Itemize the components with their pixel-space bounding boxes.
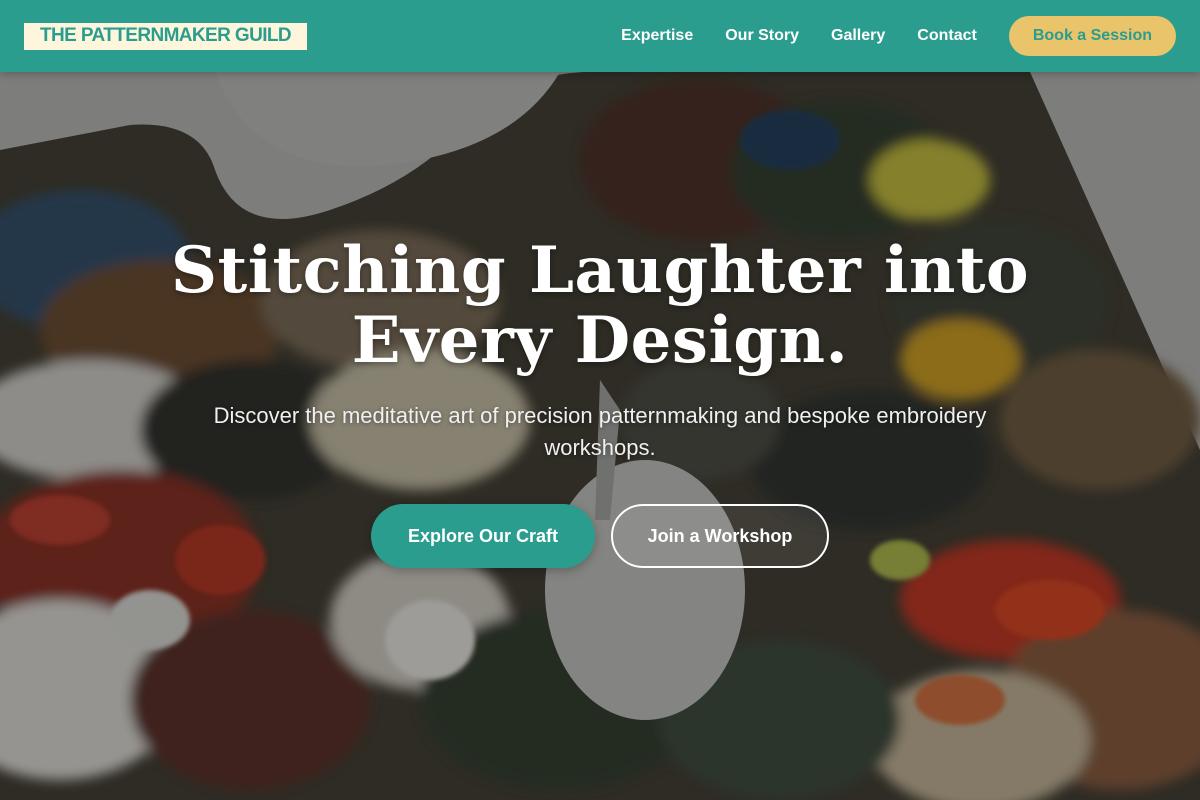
nav-link-our-story[interactable]: Our Story [725,27,799,45]
nav-link-contact[interactable]: Contact [917,27,977,45]
brand-logo[interactable]: THE PATTERNMAKER GUILD [24,22,308,50]
explore-craft-button[interactable]: Explore Our Craft [371,504,595,568]
top-navbar: THE PATTERNMAKER GUILD Expertise Our Sto… [0,0,1200,72]
book-session-button[interactable]: Book a Session [1008,16,1176,56]
hero-subtitle: Discover the meditative art of precision… [213,403,987,460]
nav-links: Expertise Our Story Gallery Contact [621,27,977,45]
nav-link-expertise[interactable]: Expertise [621,27,693,45]
hero-section: Stitching Laughter into Every Design. Di… [0,0,1200,800]
hero-title: Stitching Laughter into Every Design. [170,233,1030,378]
join-workshop-button[interactable]: Join a Workshop [611,504,829,568]
landing-page: THE PATTERNMAKER GUILD Expertise Our Sto… [0,0,1200,800]
nav-right: Expertise Our Story Gallery Contact Book… [621,16,1176,56]
nav-link-gallery[interactable]: Gallery [831,27,885,45]
